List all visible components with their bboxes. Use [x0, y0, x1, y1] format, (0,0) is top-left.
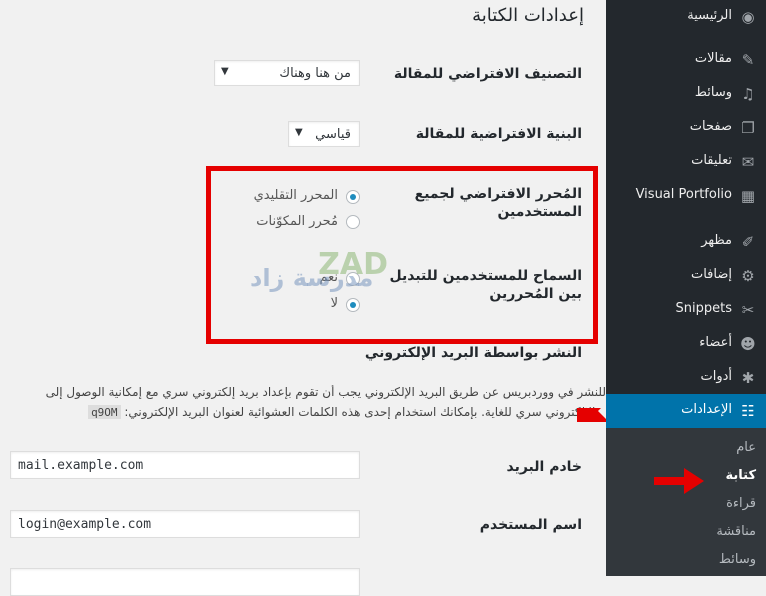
sidebar-item-visual-portfolio[interactable]: ▦ Visual Portfolio — [606, 179, 766, 213]
submenu-item-general[interactable]: عام — [736, 440, 756, 455]
default-category-label: التصنيف الافتراضي للمقالة — [393, 66, 582, 82]
sidebar-item-plugins[interactable]: ⚙ إضافات — [606, 259, 766, 293]
mail-server-input[interactable]: mail.example.com — [10, 451, 360, 479]
settings-submenu: عام كتابة قراءة مناقشة وسائط — [606, 428, 766, 576]
settings-icon: ☷ — [741, 402, 755, 420]
sidebar-item-appearance[interactable]: ✐ مظهر — [606, 225, 766, 259]
default-category-value: من هنا وهناك — [279, 66, 351, 81]
post-via-email-heading: النشر بواسطة البريد الإلكتروني — [364, 345, 582, 361]
sidebar-item-tools[interactable]: ✱ أدوات — [606, 361, 766, 395]
default-category-select[interactable]: من هنا وهناك ▼ — [214, 60, 360, 86]
plugins-icon: ⚙ — [741, 267, 755, 285]
sidebar-item-snippets[interactable]: ✂ Snippets — [606, 293, 766, 327]
settings-content: إعدادات الكتابة التصنيف الافتراضي للمقال… — [0, 0, 626, 596]
chevron-down-icon: ▼ — [295, 127, 303, 138]
submenu-item-writing[interactable]: كتابة — [725, 468, 756, 483]
tools-icon: ✱ — [741, 369, 755, 387]
username-input[interactable]: login@example.com — [10, 510, 360, 538]
pin-icon: ✎ — [741, 51, 755, 69]
post-via-email-desc-line2: البريد الإلكتروني سري للغاية. بإمكانك اس… — [20, 405, 626, 419]
sidebar-item-media[interactable]: ♫ وسائط — [606, 77, 766, 111]
users-icon: ☻ — [740, 335, 756, 353]
highlight-box — [206, 166, 598, 344]
page-title: إعدادات الكتابة — [472, 5, 584, 26]
default-format-value: قياسي — [315, 127, 351, 142]
sidebar-item-pages[interactable]: ❐ صفحات — [606, 111, 766, 145]
sidebar-item-users[interactable]: ☻ أعضاء — [606, 327, 766, 361]
appearance-icon: ✐ — [741, 233, 755, 251]
media-icon: ♫ — [741, 85, 755, 103]
dashboard-icon: ◉ — [741, 8, 755, 26]
sidebar-item-posts[interactable]: ✎ مقالات — [606, 43, 766, 77]
sidebar-item-comments[interactable]: ✉ تعليقات — [606, 145, 766, 179]
comments-icon: ✉ — [741, 153, 755, 171]
pages-icon: ❐ — [741, 119, 755, 137]
password-input[interactable] — [10, 568, 360, 596]
mail-server-label: خادم البريد — [506, 459, 583, 475]
portfolio-icon: ▦ — [740, 187, 756, 205]
submenu-item-discussion[interactable]: مناقشة — [716, 524, 756, 539]
chevron-down-icon: ▼ — [221, 66, 229, 77]
scissors-icon: ✂ — [741, 301, 755, 319]
default-format-label: البنية الافتراضية للمقالة — [415, 126, 582, 142]
arrow-right-icon — [654, 468, 704, 494]
username-label: اسم المستخدم — [479, 517, 582, 533]
post-via-email-desc-line1: للنشر في ووردبريس عن طريق البريد الإلكتر… — [45, 385, 606, 399]
sidebar-item-settings[interactable]: ☷ الإعدادات — [598, 394, 766, 428]
random-code: q9OM — [88, 405, 121, 419]
submenu-item-media[interactable]: وسائط — [719, 552, 756, 567]
default-format-select[interactable]: قياسي ▼ — [288, 121, 360, 147]
sidebar-item-dashboard[interactable]: ◉ الرئيسية — [606, 0, 766, 34]
submenu-item-reading[interactable]: قراءة — [726, 496, 756, 511]
